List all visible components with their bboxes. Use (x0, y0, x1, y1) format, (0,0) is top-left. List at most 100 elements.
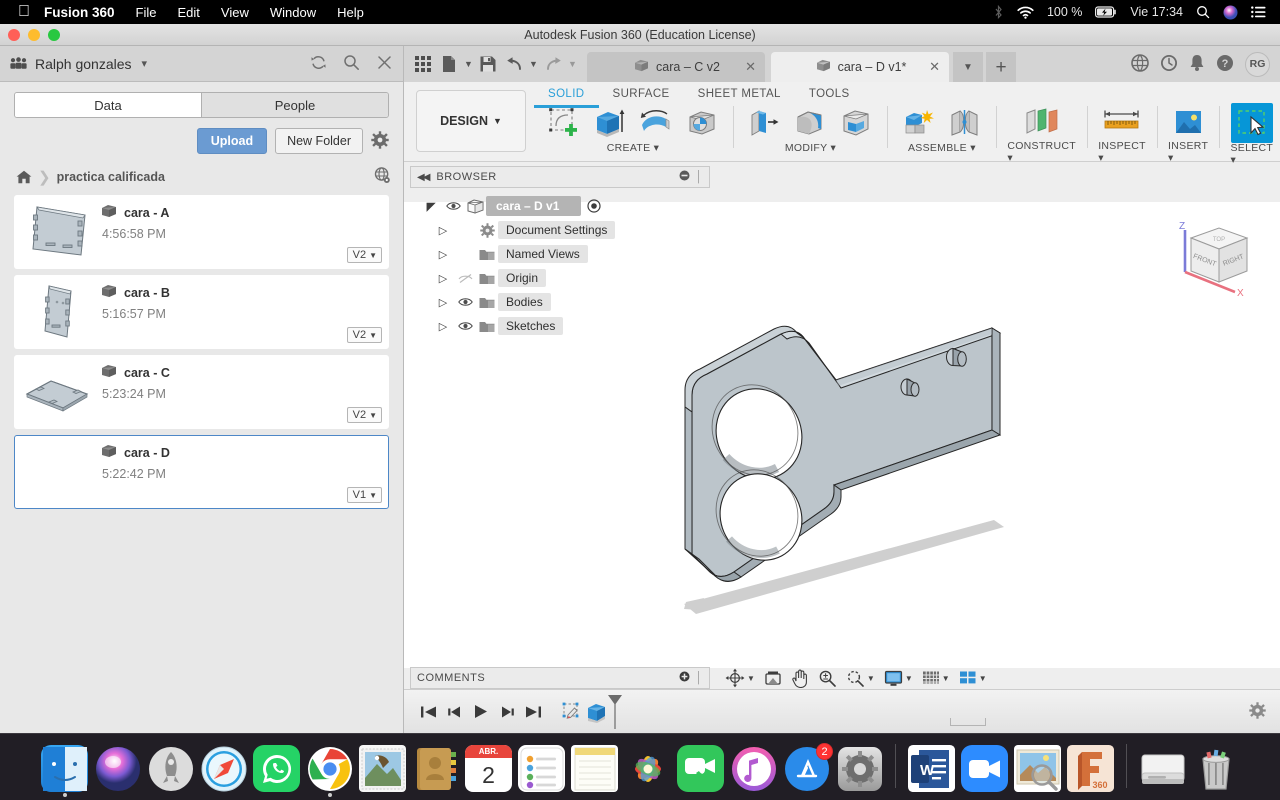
undo-icon[interactable] (501, 51, 527, 77)
dock-item-zoom[interactable] (961, 745, 1008, 792)
ribbon-group-label[interactable]: MODIFY ▾ (785, 142, 836, 154)
menu-item-window[interactable]: Window (270, 5, 316, 20)
panel-grip-icon[interactable]: │ (696, 672, 703, 684)
tab-overflow-dropdown[interactable]: ▼ (953, 52, 983, 82)
breadcrumb-folder[interactable]: practica calificada (57, 170, 165, 184)
dock-item-launchpad[interactable] (147, 745, 194, 792)
window-close-button[interactable] (8, 29, 20, 41)
select-window-icon[interactable] (1230, 103, 1273, 143)
close-icon[interactable]: ✕ (745, 59, 756, 75)
dock-item-system-preferences[interactable] (836, 745, 883, 792)
minimize-circle-icon[interactable] (679, 170, 690, 184)
pan-look-at-icon[interactable] (761, 667, 785, 689)
search-icon[interactable] (343, 54, 360, 74)
ribbon-group-label[interactable]: ASSEMBLE ▾ (908, 142, 976, 154)
list-item[interactable]: cara - C 5:23:24 PM V2 ▼ (14, 355, 389, 429)
menu-item-file[interactable]: File (136, 5, 157, 20)
wifi-icon[interactable] (1017, 6, 1034, 19)
step-back-icon[interactable] (442, 699, 468, 725)
activate-radio-icon[interactable] (587, 199, 601, 213)
notification-center-icon[interactable] (1251, 6, 1266, 18)
ribbon-group-label[interactable]: CONSTRUCT ▾ (1007, 140, 1075, 164)
dock-item-fusion360[interactable]: 360 (1067, 745, 1114, 792)
eye-visible-icon[interactable] (454, 321, 476, 331)
menu-item-edit[interactable]: Edit (177, 5, 199, 20)
bell-icon[interactable] (1189, 54, 1205, 75)
dock-item-preview[interactable] (1014, 745, 1061, 792)
tree-node-document-settings[interactable]: ▷ Document Settings (410, 218, 710, 242)
collapse-arrow-icon[interactable]: ▷ (432, 296, 454, 309)
tab-data[interactable]: Data (15, 93, 201, 117)
chevron-down-icon[interactable]: ▾ (142, 57, 148, 70)
go-to-end-icon[interactable] (520, 699, 546, 725)
eye-visible-icon[interactable] (454, 297, 476, 307)
menu-clock[interactable]: Vie 17:34 (1130, 5, 1183, 19)
list-item[interactable]: cara - D 5:22:42 PM V1 ▼ (14, 435, 389, 509)
version-dropdown[interactable]: V2 ▼ (346, 247, 382, 263)
measure-ruler-icon[interactable] (1099, 104, 1145, 140)
redo-icon[interactable] (540, 51, 566, 77)
timeline-settings-gear-icon[interactable] (1249, 701, 1266, 722)
viewports-icon[interactable]: ▼ (956, 668, 990, 689)
job-status-clock-icon[interactable] (1160, 54, 1178, 75)
app-grid-icon[interactable] (410, 51, 436, 77)
refresh-icon[interactable] (310, 54, 327, 74)
sketch-feature-icon[interactable] (560, 699, 584, 725)
orbit-icon[interactable]: ▼ (722, 666, 758, 690)
zoom-icon[interactable] (815, 667, 840, 689)
version-dropdown[interactable]: V2 ▼ (346, 327, 382, 343)
expand-arrow-icon[interactable]: ◤ (420, 200, 442, 213)
list-item[interactable]: cara - A 4:56:58 PM V2 ▼ (14, 195, 389, 269)
document-tab-cara-d[interactable]: cara – D v1* ✕ (771, 52, 949, 82)
new-document-icon[interactable] (436, 51, 462, 77)
dock-item-word[interactable]: W (908, 745, 955, 792)
collapse-left-icon[interactable]: ◀◀ (417, 172, 430, 183)
undo-dropdown-icon[interactable]: ▼ (527, 51, 540, 77)
upload-button[interactable]: Upload (196, 128, 268, 154)
comments-panel-header[interactable]: COMMENTS │ (410, 667, 710, 689)
play-icon[interactable] (468, 699, 494, 725)
close-icon[interactable]: ✕ (929, 59, 940, 75)
ribbon-group-label[interactable]: INSERT ▾ (1168, 140, 1208, 164)
document-tab-cara-c[interactable]: cara – C v2 ✕ (587, 52, 765, 82)
home-icon[interactable] (16, 170, 32, 184)
dock-item-appstore[interactable]: 2 (783, 743, 833, 792)
press-pull-icon[interactable] (744, 105, 784, 141)
workspace-switcher[interactable]: DESIGN ▼ (416, 90, 526, 152)
tree-node-root[interactable]: ◤ cara – D v1 (410, 194, 710, 218)
view-cube[interactable]: Z X FRONT RIGHT TOP (1173, 216, 1255, 299)
bluetooth-icon[interactable] (993, 4, 1004, 20)
step-forward-icon[interactable] (494, 699, 520, 725)
dock-item-chrome[interactable] (306, 745, 353, 797)
collapse-arrow-icon[interactable]: ▷ (432, 320, 454, 333)
go-to-beginning-icon[interactable] (416, 699, 442, 725)
save-icon[interactable] (475, 51, 501, 77)
collapse-arrow-icon[interactable]: ▷ (432, 248, 454, 261)
list-item[interactable]: cara - B 5:16:57 PM V2 ▼ (14, 275, 389, 349)
offset-plane-icon[interactable] (1018, 104, 1066, 140)
eye-visible-icon[interactable] (442, 201, 464, 211)
new-folder-button[interactable]: New Folder (275, 128, 363, 154)
sweep-icon[interactable] (682, 105, 722, 141)
display-settings-icon[interactable]: ▼ (881, 668, 916, 689)
pan-hand-icon[interactable] (788, 667, 812, 690)
dock-item-notes[interactable] (571, 745, 618, 792)
dock-item-reminders[interactable] (518, 745, 565, 792)
tree-node-origin[interactable]: ▷ Origin (410, 266, 710, 290)
dock-item-finder[interactable] (41, 745, 88, 797)
panel-grip-icon[interactable]: │ (696, 171, 703, 183)
create-sketch-icon[interactable] (544, 105, 584, 141)
globe-view-icon[interactable] (374, 167, 391, 187)
shell-icon[interactable] (836, 105, 876, 141)
new-document-dropdown-icon[interactable]: ▼ (462, 51, 475, 77)
joint-icon[interactable] (945, 105, 985, 141)
revolve-icon[interactable] (636, 105, 676, 141)
tree-node-bodies[interactable]: ▷ Bodies (410, 290, 710, 314)
fit-icon[interactable]: ▼ (843, 667, 878, 689)
version-dropdown[interactable]: V2 ▼ (346, 407, 382, 423)
ribbon-group-label[interactable]: SELECT ▾ (1230, 142, 1272, 166)
ribbon-group-label[interactable]: INSPECT ▾ (1098, 140, 1145, 164)
add-comment-icon[interactable] (679, 671, 690, 685)
window-zoom-button[interactable] (48, 29, 60, 41)
dock-item-mail[interactable] (359, 745, 406, 792)
